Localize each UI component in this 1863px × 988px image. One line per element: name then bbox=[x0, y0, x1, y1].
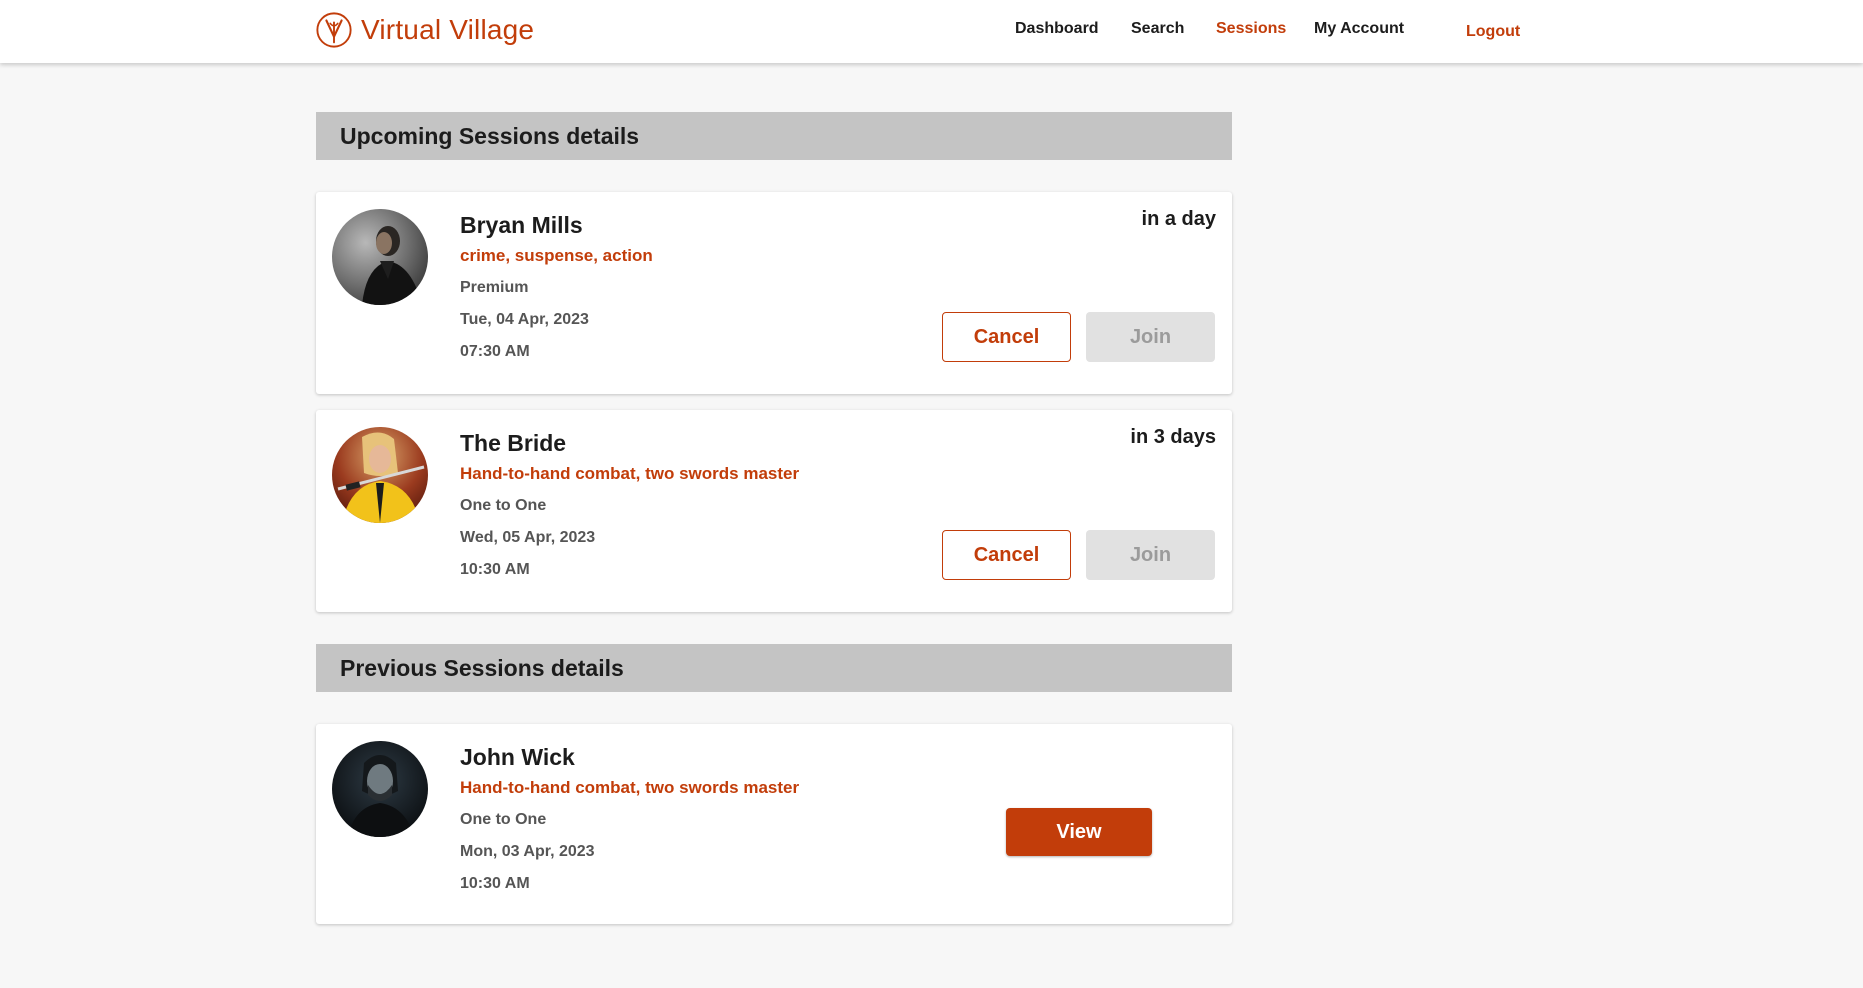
main-nav: Dashboard Search Sessions My Account Log… bbox=[0, 20, 1863, 44]
session-type: One to One bbox=[460, 811, 547, 828]
avatar bbox=[332, 427, 428, 523]
mentor-name: The Bride bbox=[460, 430, 567, 456]
avatar bbox=[332, 209, 428, 305]
join-button[interactable]: Join bbox=[1086, 530, 1215, 580]
upcoming-sessions-header: Upcoming Sessions details bbox=[316, 112, 1232, 160]
session-time: 07:30 AM bbox=[460, 343, 530, 360]
time-until-session: in a day bbox=[1141, 208, 1216, 230]
session-info: The Bride Hand-to-hand combat, two sword… bbox=[460, 428, 799, 586]
mentor-tags: crime, suspense, action bbox=[460, 246, 653, 265]
cancel-button[interactable]: Cancel bbox=[942, 530, 1071, 580]
nav-sessions[interactable]: Sessions bbox=[1216, 20, 1286, 38]
session-info: Bryan Mills crime, suspense, action Prem… bbox=[460, 210, 653, 368]
session-date: Wed, 05 Apr, 2023 bbox=[460, 529, 596, 546]
session-card: The Bride Hand-to-hand combat, two sword… bbox=[316, 410, 1232, 612]
join-button[interactable]: Join bbox=[1086, 312, 1215, 362]
session-date: Tue, 04 Apr, 2023 bbox=[460, 311, 589, 328]
cancel-button[interactable]: Cancel bbox=[942, 312, 1071, 362]
session-time: 10:30 AM bbox=[460, 561, 530, 578]
mentor-name: John Wick bbox=[460, 744, 575, 770]
nav-my-account[interactable]: My Account bbox=[1314, 20, 1404, 38]
session-type: Premium bbox=[460, 279, 529, 296]
session-info: John Wick Hand-to-hand combat, two sword… bbox=[460, 742, 799, 900]
time-until-session: in 3 days bbox=[1130, 426, 1216, 448]
view-button[interactable]: View bbox=[1006, 808, 1152, 856]
session-type: One to One bbox=[460, 497, 547, 514]
mentor-tags: Hand-to-hand combat, two swords master bbox=[460, 464, 800, 483]
session-time: 10:30 AM bbox=[460, 875, 530, 892]
session-date: Mon, 03 Apr, 2023 bbox=[460, 843, 595, 860]
nav-dashboard[interactable]: Dashboard bbox=[1015, 20, 1099, 38]
session-card: John Wick Hand-to-hand combat, two sword… bbox=[316, 724, 1232, 924]
mentor-name: Bryan Mills bbox=[460, 212, 583, 238]
session-card: Bryan Mills crime, suspense, action Prem… bbox=[316, 192, 1232, 394]
top-navbar: Virtual Village Dashboard Search Session… bbox=[0, 0, 1863, 63]
nav-search[interactable]: Search bbox=[1131, 20, 1184, 38]
previous-sessions-header: Previous Sessions details bbox=[316, 644, 1232, 692]
avatar bbox=[332, 741, 428, 837]
mentor-tags: Hand-to-hand combat, two swords master bbox=[460, 778, 800, 797]
logout-link[interactable]: Logout bbox=[1466, 23, 1520, 41]
